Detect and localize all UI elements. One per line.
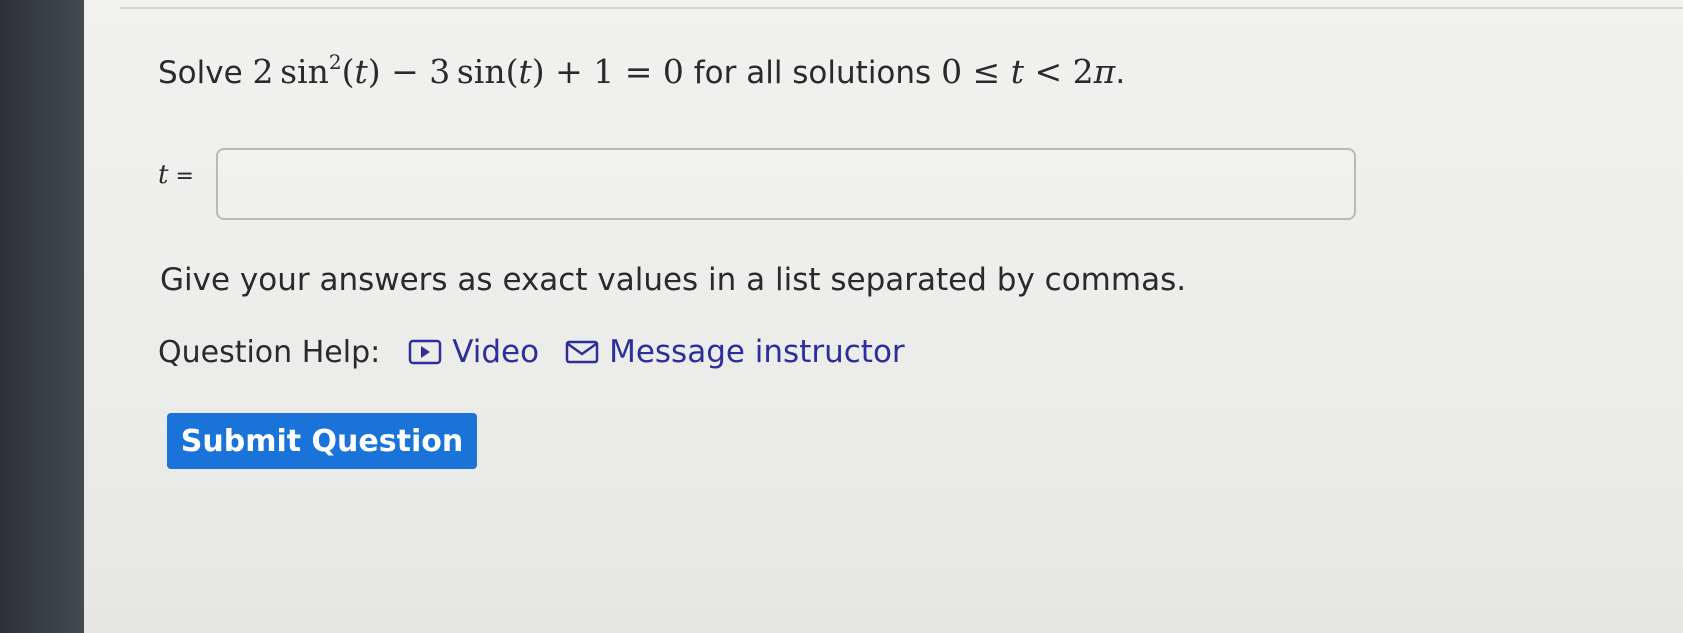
question-prefix: Solve [158,55,253,91]
question-help: Question Help: Video Message instructor [158,330,931,374]
divider [120,7,1683,9]
question-page [84,0,1683,633]
submit-question-button[interactable]: Submit Question [167,413,477,469]
video-link-label: Video [452,334,540,370]
answer-label: t = [158,160,194,190]
question-suffix: for all solutions [683,55,942,91]
video-link[interactable]: Video [408,334,539,370]
screen-bezel [0,0,84,633]
envelope-icon [565,340,599,364]
message-instructor-label: Message instructor [609,334,905,370]
help-label: Question Help: [158,334,381,370]
answer-input[interactable] [216,148,1356,220]
message-instructor-link[interactable]: Message instructor [565,334,905,370]
answer-variable: t [158,160,169,190]
equation: 2 sin2(t) − 3 sin(t) + 1 = 0 [252,50,684,91]
question-end: . [1115,55,1126,91]
instructions-text: Give your answers as exact values in a l… [160,262,1187,298]
answer-equals: = [168,164,194,189]
domain-condition: 0 ≤ t < 2π [941,52,1116,91]
play-icon [408,339,442,365]
question-text: Solve 2 sin2(t) − 3 sin(t) + 1 = 0 for a… [158,52,1125,91]
